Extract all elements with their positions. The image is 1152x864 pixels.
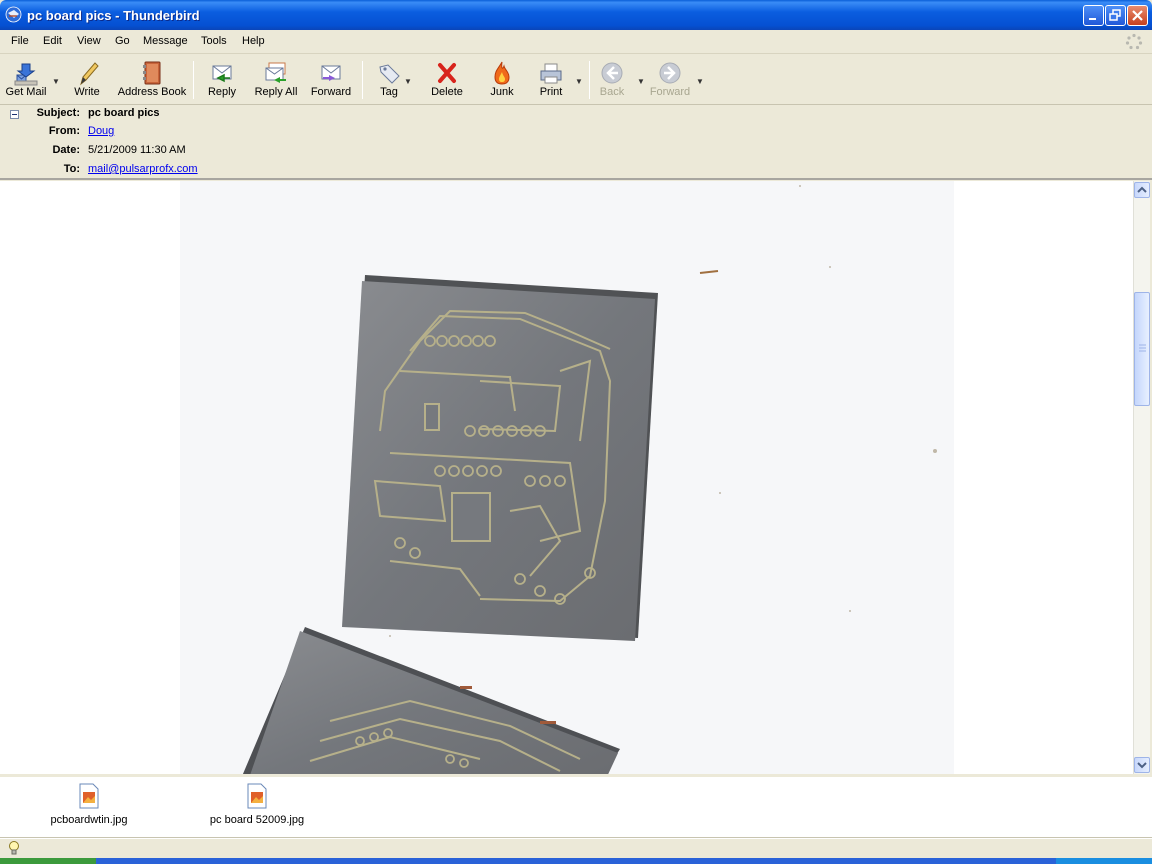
forward-button[interactable]: Forward [306,55,356,103]
menu-view[interactable]: View [77,35,101,47]
scroll-thumb[interactable] [1134,292,1150,406]
restore-icon [1109,9,1121,21]
tag-label: Tag [380,86,398,98]
forward-label: Forward [310,86,352,98]
write-pencil-icon [80,62,99,86]
print-button[interactable]: Print [532,55,570,103]
menu-message[interactable]: Message [143,35,188,47]
grip-icon [1139,344,1146,352]
forward-icon [321,65,341,81]
pc-board-scan-graphic [242,185,937,774]
minimize-icon [1089,18,1096,20]
date-label: Date: [52,144,80,156]
reply-label: Reply [207,86,237,98]
message-body[interactable] [0,181,1133,774]
chevron-up-icon [1137,186,1147,193]
activity-throbber-icon [1125,33,1143,50]
scroll-up-button[interactable] [1134,182,1150,198]
back-label: Back [599,86,625,98]
reply-button[interactable]: Reply [201,55,243,103]
forward-arrow-icon [659,62,681,84]
from-label: From: [48,125,80,137]
close-button[interactable] [1127,5,1148,26]
back-dropdown-icon[interactable]: ▼ [637,77,645,86]
lightbulb-icon[interactable] [8,840,20,856]
printer-icon [540,63,562,84]
chevron-down-icon [1137,762,1147,769]
menu-edit[interactable]: Edit [43,35,62,47]
title-bar[interactable]: pc board pics - Thunderbird [0,0,1152,30]
nav-forward-dropdown-icon[interactable]: ▼ [696,77,704,86]
menu-file[interactable]: File [11,35,29,47]
attachment-pane: pcboardwtin.jpg pc board 52009.jpg [0,774,1152,838]
status-bar [0,838,1152,858]
subject-label: Subject: [36,107,80,119]
print-dropdown-icon[interactable]: ▼ [575,77,583,86]
junk-label: Junk [490,86,514,98]
address-book-button[interactable]: Address Book [116,55,188,103]
reply-all-label: Reply All [254,86,298,98]
jpg-file-icon [79,783,99,809]
attachment-name: pcboardwtin.jpg [50,814,128,826]
restore-button[interactable] [1105,5,1126,26]
thunderbird-icon [5,6,22,23]
nav-forward-button[interactable]: Forward [647,55,693,103]
tag-button[interactable]: Tag [370,55,408,103]
tag-dropdown-icon[interactable]: ▼ [404,77,412,86]
to-link[interactable]: mail@pulsarprofx.com [88,163,198,175]
get-mail-label: Get Mail [5,86,47,98]
menu-help[interactable]: Help [242,35,265,47]
address-book-icon [143,61,161,85]
subject-value: pc board pics [88,107,160,119]
delete-button[interactable]: Delete [426,55,468,103]
toolbar-separator [362,61,363,99]
main-toolbar: Get Mail ▼ Write Address Book Reply Repl… [0,55,1152,105]
menu-bar: File Edit View Go Message Tools Help [0,30,1152,54]
toolbar-separator [193,61,194,99]
scanned-pc-boards-image [180,181,954,774]
close-icon [1132,10,1143,21]
get-mail-icon [14,63,38,86]
delete-label: Delete [431,86,463,98]
menu-go[interactable]: Go [115,35,130,47]
back-button[interactable]: Back [595,55,629,103]
address-book-label: Address Book [117,86,187,98]
print-label: Print [539,86,563,98]
scroll-down-button[interactable] [1134,757,1150,773]
reply-icon [212,65,232,83]
junk-flame-icon [494,61,510,85]
from-link[interactable]: Doug [88,125,114,137]
write-label: Write [74,86,100,98]
attachment-name: pc board 52009.jpg [209,814,305,826]
toolbar-separator [589,61,590,99]
nav-forward-label: Forward [649,86,691,98]
junk-button[interactable]: Junk [484,55,520,103]
window-title: pc board pics - Thunderbird [27,8,200,23]
attachment-item[interactable]: pcboardwtin.jpg [44,783,134,826]
attachment-item[interactable]: pc board 52009.jpg [203,783,311,826]
message-scrollbar[interactable] [1133,181,1150,774]
minimize-button[interactable] [1083,5,1104,26]
back-arrow-icon [601,62,623,84]
reply-all-button[interactable]: Reply All [252,55,300,103]
get-mail-button[interactable]: Get Mail [2,55,50,103]
write-button[interactable]: Write [66,55,108,103]
taskbar-edge [0,858,1152,864]
jpg-file-icon [247,783,267,809]
menu-tools[interactable]: Tools [201,35,227,47]
date-value: 5/21/2009 11:30 AM [88,144,186,156]
reply-all-icon [265,62,286,83]
tag-icon [379,64,400,84]
header-collapse-toggle[interactable] [10,110,19,119]
to-label: To: [63,163,80,175]
get-mail-dropdown-icon[interactable]: ▼ [52,77,60,86]
delete-x-icon [438,63,456,83]
